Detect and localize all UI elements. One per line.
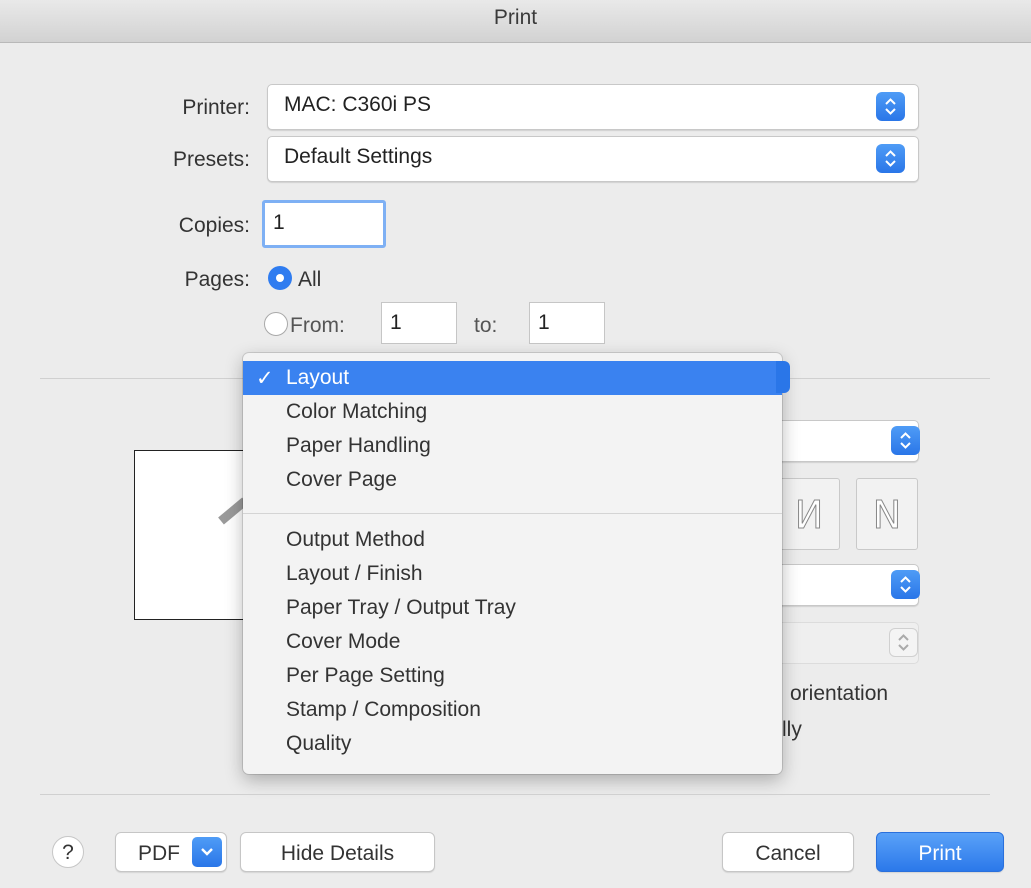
printer-value: MAC: C360i PS <box>284 93 432 116</box>
popup-3-chevron-icon <box>889 628 918 657</box>
cancel-button[interactable]: Cancel <box>722 832 854 872</box>
presets-value: Default Settings <box>284 145 433 168</box>
pages-from-label: From: <box>290 314 345 337</box>
menu-item-paper-handling[interactable]: Paper Handling <box>243 429 782 463</box>
pdf-button[interactable]: PDF <box>115 832 227 872</box>
pages-label: Pages: <box>184 268 250 291</box>
presets-label: Presets: <box>172 148 250 171</box>
pages-from-value: 1 <box>390 311 402 334</box>
menu-item-output-method[interactable]: Output Method <box>243 523 782 557</box>
pages-all-label: All <box>298 268 322 291</box>
pages-from-field[interactable]: 1 <box>381 302 457 344</box>
footer-separator <box>40 794 990 795</box>
menu-item-quality[interactable]: Quality <box>243 727 782 761</box>
help-button[interactable]: ? <box>52 836 84 868</box>
popup-2-chevron-icon <box>891 570 920 599</box>
pages-to-label: to: <box>474 314 498 337</box>
pages-to-field[interactable]: 1 <box>529 302 605 344</box>
menu-separator <box>243 513 782 514</box>
orientation-mirrored-n-icon[interactable]: N <box>778 478 840 550</box>
menu-item-cover-mode[interactable]: Cover Mode <box>243 625 782 659</box>
menu-item-paper-tray[interactable]: Paper Tray / Output Tray <box>243 591 782 625</box>
printer-popup-chevron-icon <box>876 92 905 121</box>
window-titlebar: Print <box>0 0 1031 43</box>
menu-item-layout[interactable]: ✓ Layout <box>243 361 782 395</box>
pages-all-radio[interactable] <box>268 266 292 290</box>
menu-item-layout-finish[interactable]: Layout / Finish <box>243 557 782 591</box>
pages-to-value: 1 <box>538 311 550 334</box>
background-popup-3-disabled <box>760 622 919 664</box>
print-button[interactable]: Print <box>876 832 1004 872</box>
orientation-text: orientation <box>790 682 889 705</box>
menu-item-stamp-composition[interactable]: Stamp / Composition <box>243 693 782 727</box>
background-popup-1[interactable] <box>760 420 920 462</box>
printer-popup[interactable]: MAC: C360i PS <box>267 84 919 130</box>
panel-menu: ✓ Layout Color Matching Paper Handling C… <box>243 353 782 774</box>
window-title: Print <box>493 6 538 29</box>
copies-field[interactable]: 1 <box>262 200 386 248</box>
printer-label: Printer: <box>182 96 250 119</box>
menu-item-per-page-setting[interactable]: Per Page Setting <box>243 659 782 693</box>
pages-from-radio[interactable] <box>264 312 288 336</box>
background-popup-2[interactable] <box>760 564 920 606</box>
presets-popup[interactable]: Default Settings <box>267 136 919 182</box>
presets-popup-chevron-icon <box>876 144 905 173</box>
partial-text: lly <box>782 718 802 741</box>
panel-popup-stepper-edge <box>776 361 790 393</box>
orientation-n-icon[interactable]: N <box>856 478 918 550</box>
copies-label: Copies: <box>178 214 250 237</box>
hide-details-button[interactable]: Hide Details <box>240 832 435 872</box>
menu-item-color-matching[interactable]: Color Matching <box>243 395 782 429</box>
popup-1-chevron-icon <box>891 426 920 455</box>
copies-value: 1 <box>273 211 285 234</box>
pdf-chevron-down-icon <box>192 837 222 867</box>
checkmark-icon: ✓ <box>256 367 274 390</box>
menu-item-cover-page[interactable]: Cover Page <box>243 463 782 497</box>
